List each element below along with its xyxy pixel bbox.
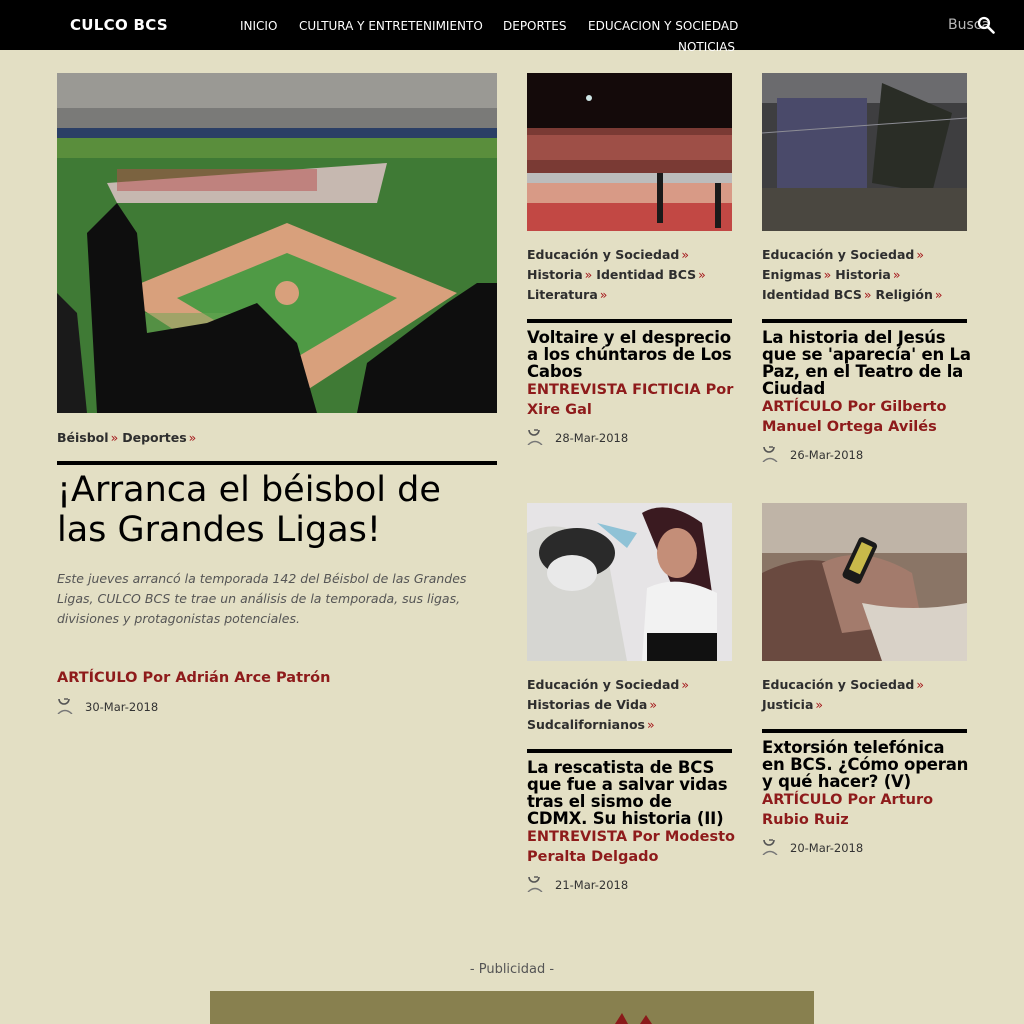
article-title[interactable]: Voltaire y el desprecio a los chúntaros … <box>527 329 737 380</box>
category-link[interactable]: Justicia <box>762 697 813 712</box>
divider <box>762 729 967 733</box>
advertising-banner[interactable] <box>210 991 814 1024</box>
site-logo[interactable]: CULCO BCS <box>70 16 168 34</box>
date-text: 26-Mar-2018 <box>790 448 864 462</box>
date-text: 28-Mar-2018 <box>555 431 629 445</box>
article-image-phone[interactable] <box>762 503 967 661</box>
category-link[interactable]: Deportes <box>122 430 186 445</box>
search-icon[interactable] <box>977 16 995 34</box>
article-categories: Educación y Sociedad» Enigmas» Historia» … <box>762 247 943 302</box>
category-link[interactable]: Identidad BCS <box>596 267 696 282</box>
article-image-rescue[interactable] <box>527 503 732 661</box>
divider <box>527 319 732 323</box>
article-image-concert[interactable] <box>527 73 732 231</box>
category-link[interactable]: Historia <box>835 267 891 282</box>
category-link[interactable]: Béisbol <box>57 430 109 445</box>
rescuer-dog-image <box>527 503 732 661</box>
date-text: 21-Mar-2018 <box>555 878 629 892</box>
nav-cultura[interactable]: CULTURA Y ENTRETENIMIENTO <box>299 19 483 33</box>
category-link[interactable]: Enigmas <box>762 267 822 282</box>
article-byline[interactable]: ARTÍCULO Por Gilberto Manuel Ortega Avil… <box>762 397 972 437</box>
category-link[interactable]: Educación y Sociedad <box>527 677 679 692</box>
lead-article-title[interactable]: ¡Arranca el béisbol de las Grandes Ligas… <box>57 470 497 550</box>
category-link[interactable]: Educación y Sociedad <box>762 677 914 692</box>
article-title[interactable]: La rescatista de BCS que fue a salvar vi… <box>527 759 737 827</box>
advertising-label: - Publicidad - <box>469 962 555 977</box>
lead-categories: Béisbol» Deportes» <box>57 430 197 445</box>
dark-street-image <box>762 73 967 231</box>
top-navbar: CULCO BCS INICIO CULTURA Y ENTRETENIMIEN… <box>0 0 1024 54</box>
lead-article-byline[interactable]: ARTÍCULO Por Adrián Arce Patrón <box>57 668 497 688</box>
article-title[interactable]: Extorsión telefónica en BCS. ¿Cómo opera… <box>762 739 972 790</box>
lead-article-image[interactable] <box>57 73 497 413</box>
divider <box>762 319 967 323</box>
category-link[interactable]: Educación y Sociedad <box>527 247 679 262</box>
clock-icon <box>527 429 543 445</box>
article-byline[interactable]: ARTÍCULO Por Arturo Rubio Ruiz <box>762 790 972 830</box>
category-link[interactable]: Educación y Sociedad <box>762 247 914 262</box>
category-link[interactable]: Identidad BCS <box>762 287 862 302</box>
divider <box>57 461 497 465</box>
clock-icon <box>527 876 543 892</box>
category-link[interactable]: Sudcalifornianos <box>527 717 645 732</box>
ad-logo-mark <box>615 1013 652 1024</box>
concert-crowd-image <box>527 73 732 231</box>
article-categories: Educación y Sociedad» Historia» Identidad… <box>527 247 706 302</box>
category-link[interactable]: Religión <box>876 287 933 302</box>
nav-inicio[interactable]: INICIO <box>240 19 277 33</box>
divider <box>527 749 732 753</box>
article-byline[interactable]: ENTREVISTA Por Modesto Peralta Delgado <box>527 827 737 867</box>
article-byline[interactable]: ENTREVISTA FICTICIA Por Xire Gal <box>527 380 737 420</box>
clock-icon <box>762 839 778 855</box>
clock-icon <box>762 446 778 462</box>
lead-article-description: Este jueves arrancó la temporada 142 del… <box>57 571 467 626</box>
article-title[interactable]: La historia del Jesús que se 'aparecía' … <box>762 329 972 397</box>
category-link[interactable]: Historia <box>527 267 583 282</box>
article-categories: Educación y Sociedad» Justicia» <box>762 677 925 712</box>
nav-educacion[interactable]: EDUCACION Y SOCIEDAD <box>588 19 738 33</box>
baseball-stadium-image <box>57 73 497 413</box>
nav-deportes[interactable]: DEPORTES <box>503 19 567 33</box>
clock-icon <box>57 698 73 714</box>
date-text: 20-Mar-2018 <box>790 841 864 855</box>
category-link[interactable]: Literatura <box>527 287 598 302</box>
article-categories: Educación y Sociedad» Historias de Vida»… <box>527 677 690 732</box>
category-link[interactable]: Historias de Vida <box>527 697 647 712</box>
article-image-theater[interactable] <box>762 73 967 231</box>
date-text: 30-Mar-2018 <box>85 700 159 714</box>
nav-noticias[interactable]: NOTICIAS <box>678 40 735 54</box>
phone-hands-image <box>762 503 967 661</box>
